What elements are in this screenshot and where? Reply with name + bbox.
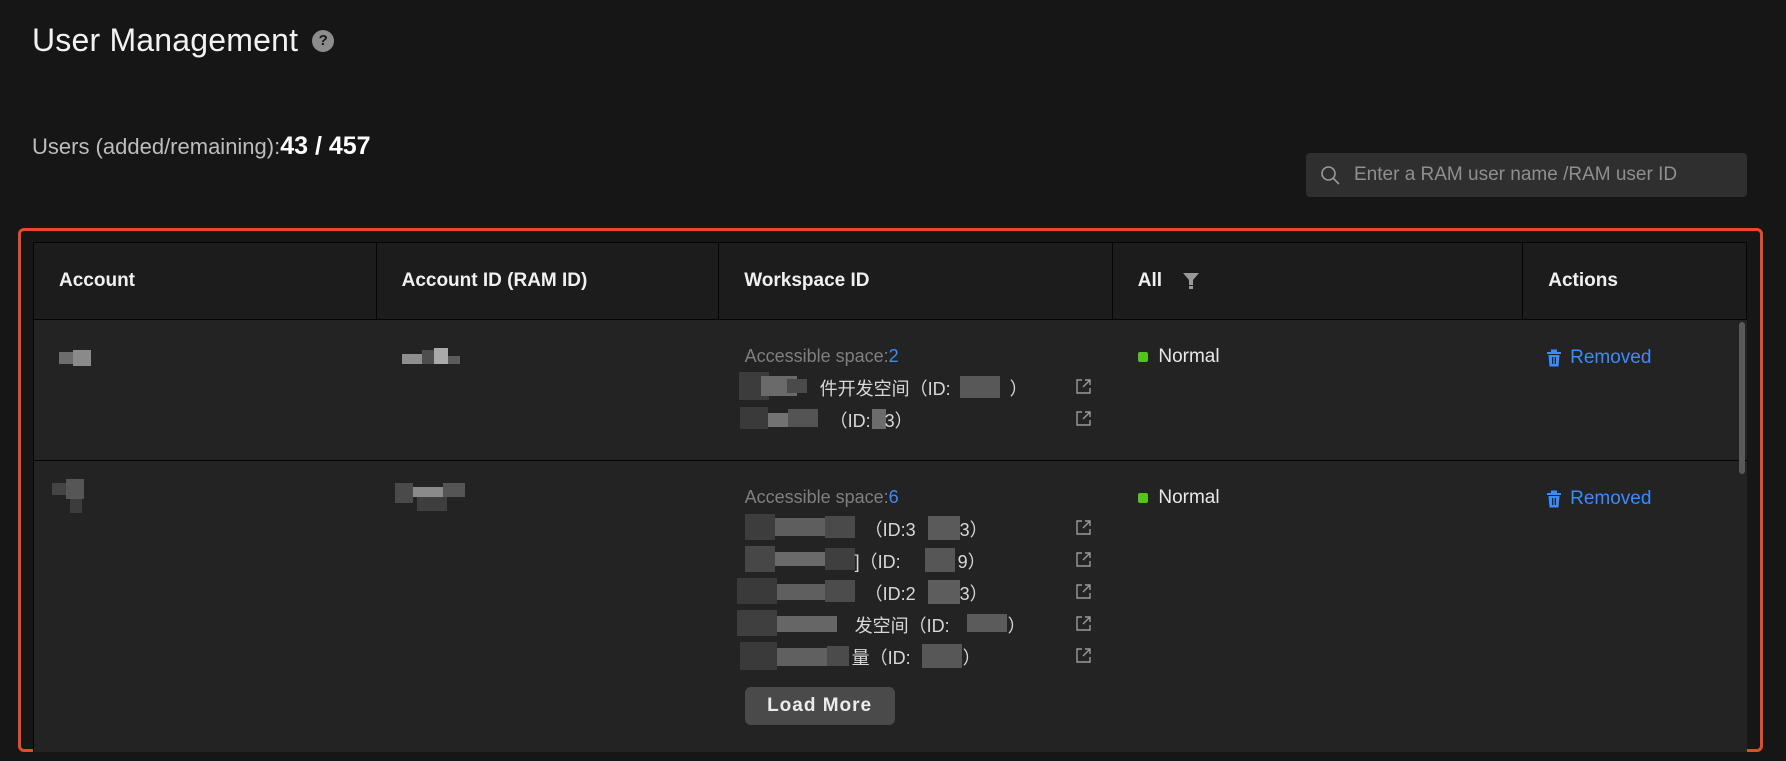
column-header-account-id: Account ID (RAM ID): [377, 243, 720, 319]
remove-label: Removed: [1570, 488, 1652, 509]
load-more-button[interactable]: Load More: [744, 687, 895, 725]
workspace-item[interactable]: 发空间（ID: ）: [736, 610, 1092, 636]
workspace-item[interactable]: （ID:2 3）: [736, 578, 1092, 604]
workspace-id-suffix: ）: [962, 648, 981, 668]
trash-icon: [1547, 349, 1562, 367]
workspace-id-suffix: 3）: [959, 584, 988, 604]
workspace-name: 量（ID:: [851, 648, 911, 668]
trash-icon: [1547, 490, 1562, 508]
remove-button[interactable]: Removed: [1546, 347, 1651, 369]
workspace-id-suffix: 9）: [957, 552, 986, 572]
external-link-icon[interactable]: [1075, 583, 1092, 600]
users-count-value: 43 / 457: [280, 132, 371, 160]
workspace-name: （ID:2: [864, 584, 916, 604]
workspace-id-suffix: ）: [1009, 379, 1028, 399]
workspace-id-suffix: 3）: [884, 411, 913, 431]
column-header-account: Account: [34, 243, 377, 319]
status-cell: Normal: [1113, 320, 1524, 460]
workspace-cell: Accessible space:2 件开发空间（ID: ） （ID: 3）: [720, 320, 1114, 460]
workspace-name: 件开发空间（ID:: [819, 379, 951, 399]
workspace-item[interactable]: （ID:3 3）: [744, 514, 1092, 540]
title-row: User Management ?: [32, 22, 335, 59]
external-link-icon[interactable]: [1075, 378, 1092, 395]
workspace-id-suffix: ）: [1007, 616, 1026, 636]
filter-icon[interactable]: [1182, 272, 1200, 290]
column-header-workspace-id-label: Workspace ID: [744, 270, 870, 291]
user-management-page: User Management ? Users (added/remaining…: [0, 0, 1786, 761]
scrollbar-thumb[interactable]: [1739, 322, 1745, 474]
users-count-label: Users (added/remaining):: [32, 134, 281, 159]
account-id-cell: [377, 320, 720, 460]
external-link-icon[interactable]: [1075, 647, 1092, 664]
workspace-cell: Accessible space:6 （ID:3 3）]（ID: 9） （ID…: [720, 461, 1114, 752]
actions-cell: Removed: [1524, 320, 1747, 460]
workspace-id-suffix: 3）: [959, 520, 988, 540]
status-filter-label[interactable]: All: [1138, 270, 1162, 292]
status-dot: [1138, 493, 1149, 503]
workspace-item[interactable]: （ID: 3）: [739, 407, 1092, 431]
external-link-icon[interactable]: [1075, 410, 1092, 427]
workspace-name: （ID:: [829, 411, 871, 431]
status-cell: Normal: [1113, 461, 1524, 752]
accessible-space: Accessible space:2: [745, 346, 899, 367]
column-header-workspace-id: Workspace ID: [719, 243, 1113, 319]
search-icon: [1321, 166, 1340, 185]
remove-label: Removed: [1570, 347, 1652, 368]
question-circle-icon[interactable]: ?: [312, 29, 335, 52]
workspace-name: ]（ID:: [854, 552, 901, 572]
accessible-space-count[interactable]: 2: [889, 346, 899, 366]
table-scrollbar[interactable]: [1737, 322, 1747, 752]
status-text: Normal: [1158, 346, 1220, 367]
table-row: Accessible space:2 件开发空间（ID: ） （ID: 3） N…: [33, 320, 1747, 461]
external-link-icon[interactable]: [1075, 551, 1092, 568]
account-id-cell: [377, 461, 720, 752]
accessible-space: Accessible space:6: [745, 487, 899, 508]
column-header-account-id-label: Account ID (RAM ID): [401, 270, 588, 291]
workspace-item[interactable]: ]（ID: 9）: [744, 546, 1092, 572]
page-title: User Management: [32, 22, 299, 58]
status-badge: Normal: [1138, 346, 1220, 368]
status-text: Normal: [1158, 487, 1220, 508]
status-badge: Normal: [1138, 487, 1220, 509]
external-link-icon[interactable]: [1075, 615, 1092, 632]
accessible-space-count[interactable]: 6: [889, 487, 899, 507]
accessible-space-label: Accessible space:: [744, 487, 889, 507]
table-row: Accessible space:6 （ID:3 3）]（ID: 9） （ID…: [33, 461, 1747, 752]
column-header-actions: Actions: [1523, 243, 1746, 319]
workspace-name: （ID:3: [864, 520, 916, 540]
account-cell: [34, 320, 377, 460]
column-header-actions-label: Actions: [1548, 270, 1618, 291]
search-input[interactable]: [1354, 164, 1734, 186]
status-dot: [1138, 352, 1149, 362]
users-table: Account Account ID (RAM ID) Workspace ID…: [33, 242, 1747, 752]
search-box[interactable]: [1306, 153, 1747, 197]
actions-cell: Removed: [1524, 461, 1747, 752]
workspace-item[interactable]: 件开发空间（ID: ）: [738, 372, 1092, 400]
remove-button[interactable]: Removed: [1546, 488, 1651, 510]
table-header: Account Account ID (RAM ID) Workspace ID…: [33, 242, 1747, 320]
column-header-account-label: Account: [59, 270, 135, 291]
accessible-space-label: Accessible space:: [744, 346, 889, 366]
workspace-item[interactable]: 量（ID: ）: [739, 642, 1092, 670]
users-count: Users (added/remaining):43 / 457: [32, 132, 371, 161]
external-link-icon[interactable]: [1075, 519, 1092, 536]
workspace-name: 发空间（ID:: [854, 616, 950, 636]
column-header-status: All: [1113, 243, 1524, 319]
account-cell: [34, 461, 377, 752]
